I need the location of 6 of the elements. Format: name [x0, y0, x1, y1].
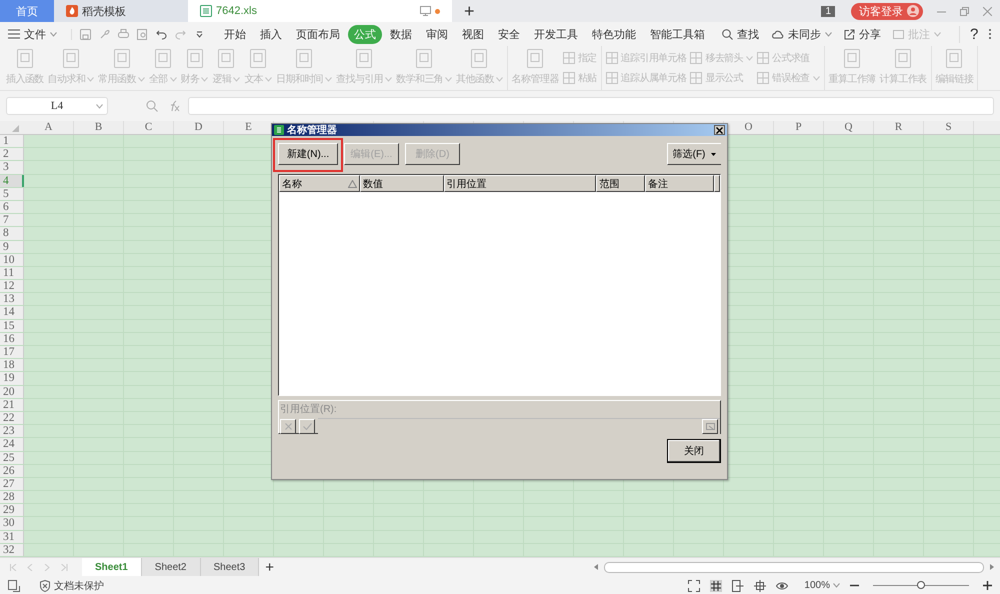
tab-label: 首页	[16, 4, 38, 18]
window-count-badge: 1	[821, 6, 835, 16]
tab-label: 7642.xls	[216, 5, 257, 17]
dialog-title: 名称管理器	[287, 124, 337, 137]
tab-label: 稻壳模板	[82, 4, 126, 18]
reference-label: 引用位置(R):	[280, 404, 337, 415]
